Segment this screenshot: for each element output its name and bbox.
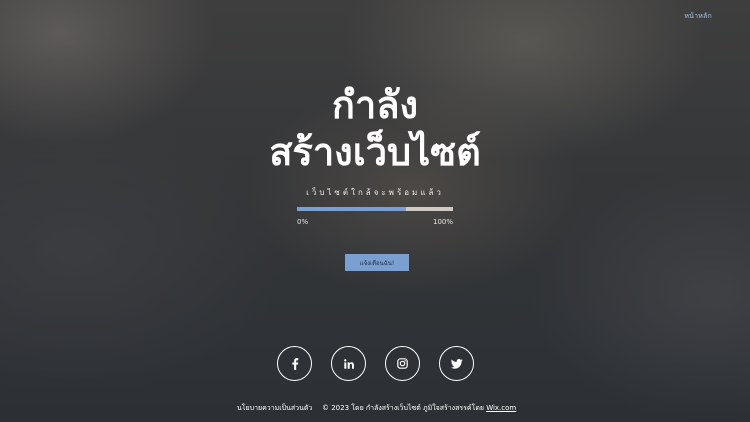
linkedin-link[interactable] (331, 346, 366, 381)
progress-min-label: 0% (297, 218, 309, 226)
linkedin-icon (343, 358, 354, 369)
twitter-link[interactable] (439, 346, 474, 381)
subtitle: เว็บไซต์ใกล้จะพร้อมแล้ว (306, 188, 444, 197)
progress-max-label: 100% (433, 218, 454, 226)
copyright-text: © 2023 โดย กำลังสร้างเว็บไซต์ ภูมิใจสร้า… (322, 403, 516, 414)
wix-link[interactable]: Wix.com (486, 404, 516, 412)
notify-me-button[interactable]: แจ้งเตือนฉัน! (345, 254, 409, 271)
title-line-1: กำลัง (331, 83, 419, 127)
facebook-icon (291, 357, 298, 370)
notify-button-label: แจ้งเตือนฉัน! (359, 259, 395, 267)
progress-bar (297, 207, 453, 211)
copyright-label: © 2023 โดย กำลังสร้างเว็บไซต์ ภูมิใจสร้า… (322, 404, 487, 412)
footer: นโยบายความเป็นส่วนตัว © 2023 โดย กำลังสร… (0, 403, 750, 415)
facebook-link[interactable] (277, 346, 312, 381)
nav-home-link[interactable]: หน้าหลัก (684, 11, 712, 22)
progress-fill (297, 207, 407, 211)
privacy-policy-link[interactable]: นโยบายความเป็นส่วนตัว (237, 403, 312, 414)
twitter-icon (450, 358, 463, 369)
title-line-2: สร้างเว็บไซต์ (269, 130, 481, 174)
instagram-icon (397, 358, 408, 369)
instagram-link[interactable] (385, 346, 420, 381)
page-title: กำลัง สร้างเว็บไซต์ (0, 82, 750, 176)
social-links (277, 346, 474, 381)
